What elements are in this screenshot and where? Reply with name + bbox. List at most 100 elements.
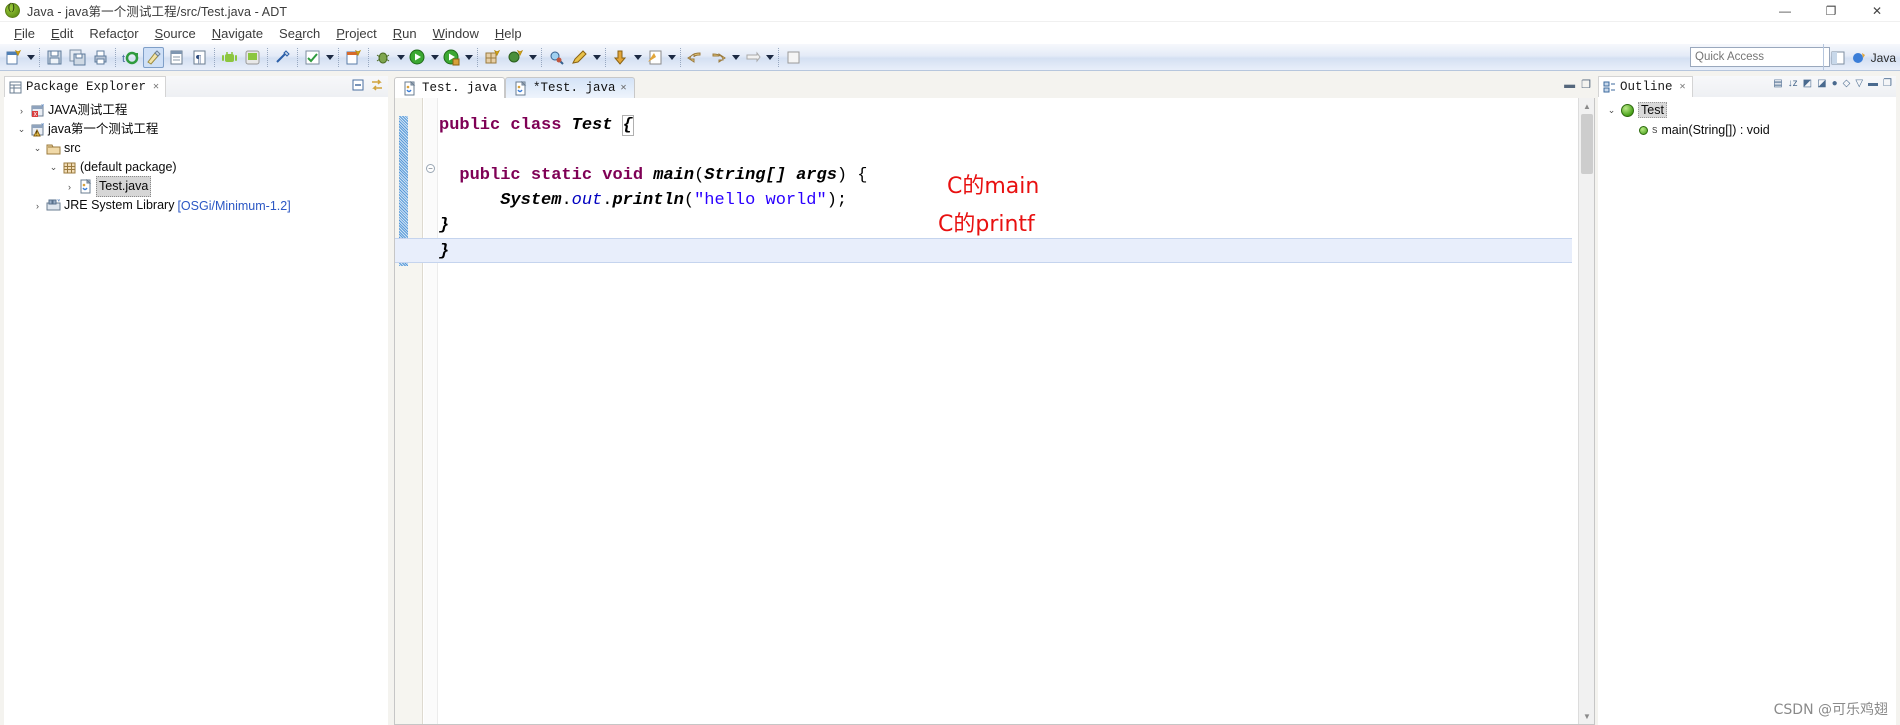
build-dropdown[interactable] xyxy=(324,47,335,68)
new-class-dropdown[interactable] xyxy=(527,47,538,68)
editor-tab[interactable]: Test. java xyxy=(394,77,506,98)
forward-dropdown[interactable] xyxy=(730,47,741,68)
close-icon[interactable]: ✕ xyxy=(153,81,159,93)
editor-body[interactable]: − public class Test { public static void… xyxy=(394,98,1595,725)
scroll-down-icon[interactable]: ▼ xyxy=(1579,708,1594,724)
previous-annotation-dropdown[interactable] xyxy=(666,47,677,68)
chevron-right-icon[interactable]: › xyxy=(32,200,43,211)
hide-nonpublic-icon[interactable]: ● xyxy=(1832,78,1838,89)
run-icon[interactable] xyxy=(407,47,428,68)
close-icon[interactable]: ✕ xyxy=(1680,81,1686,93)
pilcrow-icon[interactable]: ¶ xyxy=(189,47,210,68)
back-icon[interactable] xyxy=(685,47,706,68)
outline-item[interactable]: ⌄ Test xyxy=(1598,100,1896,120)
scrollbar-thumb[interactable] xyxy=(1581,114,1593,174)
chevron-down-icon[interactable]: ⌄ xyxy=(1606,105,1617,116)
chevron-right-icon[interactable]: › xyxy=(64,181,75,192)
tree-item[interactable]: › Test.java xyxy=(4,176,388,197)
build-check-icon[interactable] xyxy=(302,47,323,68)
chevron-down-icon[interactable]: ⌄ xyxy=(32,143,43,154)
hide-local-types-icon[interactable]: ◇ xyxy=(1843,78,1851,89)
link-with-editor-icon[interactable] xyxy=(370,78,384,97)
menu-run[interactable]: Run xyxy=(385,24,425,43)
perspective-label[interactable]: Java xyxy=(1871,51,1900,65)
history-dropdown[interactable] xyxy=(764,47,775,68)
open-type-icon[interactable] xyxy=(166,47,187,68)
editor-vertical-scrollbar[interactable]: ▲ ▼ xyxy=(1578,98,1594,724)
collapse-all-icon[interactable]: ▤ xyxy=(1773,78,1782,89)
folding-column[interactable]: − xyxy=(424,98,438,724)
external-tools-icon[interactable] xyxy=(441,47,462,68)
outline-item[interactable]: Smain(String[]) : void xyxy=(1598,120,1896,140)
menu-file[interactable]: File xyxy=(6,24,43,43)
tree-item[interactable]: ⌄ src xyxy=(4,139,388,158)
new-wizard-dropdown[interactable] xyxy=(25,47,36,68)
hide-fields-icon[interactable]: ◩ xyxy=(1803,78,1812,89)
chevron-down-icon[interactable]: ⌄ xyxy=(16,124,27,135)
tree-item[interactable]: ⌄ (default package) xyxy=(4,158,388,177)
run-dropdown[interactable] xyxy=(429,47,440,68)
menu-search[interactable]: Search xyxy=(271,24,328,43)
save-icon[interactable] xyxy=(44,47,65,68)
hide-static-icon[interactable]: ◪ xyxy=(1817,78,1826,89)
maximize-button[interactable]: ❐ xyxy=(1808,0,1854,22)
tab-outline[interactable]: Outline ✕ xyxy=(1598,76,1693,97)
code-line[interactable] xyxy=(439,138,1572,163)
tree-item[interactable]: ⌄! java第一个测试工程 xyxy=(4,120,388,139)
debug-icon[interactable] xyxy=(373,47,394,68)
debug-dropdown[interactable] xyxy=(395,47,406,68)
minimize-editor-icon[interactable]: ▬ xyxy=(1564,79,1575,91)
previous-annotation-icon[interactable] xyxy=(644,47,665,68)
save-all-icon[interactable] xyxy=(67,47,88,68)
outline-tree[interactable]: ⌄ Test Smain(String[]) : void xyxy=(1598,97,1896,140)
close-button[interactable]: ✕ xyxy=(1854,0,1900,22)
forward-history-icon[interactable] xyxy=(742,47,763,68)
view-menu-icon[interactable]: ▽ xyxy=(1855,78,1863,89)
new-package-icon[interactable] xyxy=(482,47,503,68)
avd-manager-icon[interactable] xyxy=(242,47,263,68)
next-annotation-dropdown[interactable] xyxy=(632,47,643,68)
chevron-right-icon[interactable]: › xyxy=(16,105,27,116)
refresh-icon[interactable]: t xyxy=(120,47,141,68)
open-perspective-icon[interactable] xyxy=(1827,47,1849,69)
toggle-mark-occurrences-icon[interactable] xyxy=(143,46,164,68)
menu-edit[interactable]: Edit xyxy=(43,24,81,43)
tree-item[interactable]: › x JAVA测试工程 xyxy=(4,101,388,120)
menu-help[interactable]: Help xyxy=(487,24,530,43)
sort-icon[interactable]: ↓z xyxy=(1788,78,1798,89)
code-line[interactable]: } xyxy=(395,238,1572,263)
next-annotation-icon[interactable] xyxy=(610,47,631,68)
minimize-view-icon[interactable]: ▬ xyxy=(1868,78,1878,89)
menu-refactor[interactable]: Refactor xyxy=(81,24,146,43)
maximize-editor-icon[interactable]: ❐ xyxy=(1581,78,1591,91)
java-perspective-icon[interactable] xyxy=(1849,47,1871,69)
external-tools-dropdown[interactable] xyxy=(463,47,474,68)
print-icon[interactable] xyxy=(90,47,111,68)
maximize-view-icon[interactable]: ❐ xyxy=(1883,78,1892,89)
annotate-dropdown[interactable] xyxy=(591,47,602,68)
tab-package-explorer[interactable]: Package Explorer ✕ xyxy=(4,76,167,97)
menu-navigate[interactable]: Navigate xyxy=(204,24,271,43)
code-line[interactable]: public class Test { xyxy=(439,113,1572,138)
close-icon[interactable]: ✕ xyxy=(621,82,627,94)
new-java-project-icon[interactable] xyxy=(343,47,364,68)
minimize-button[interactable]: — xyxy=(1762,0,1808,22)
quick-access-input[interactable] xyxy=(1690,47,1830,67)
annotate-pencil-icon[interactable] xyxy=(569,47,590,68)
scroll-up-icon[interactable]: ▲ xyxy=(1579,98,1594,114)
forward-icon[interactable] xyxy=(708,47,729,68)
android-sdk-manager-icon[interactable] xyxy=(219,47,240,68)
editor-tab[interactable]: *Test. java ✕ xyxy=(505,77,635,98)
search-icon[interactable] xyxy=(546,47,567,68)
menu-window[interactable]: Window xyxy=(425,24,487,43)
lint-warnings-icon[interactable] xyxy=(272,47,293,68)
minimize-toolbar-icon[interactable] xyxy=(783,47,804,68)
tree-item[interactable]: › JRE System Library [OSGi/Minimum-1.2] xyxy=(4,196,388,215)
menu-source[interactable]: Source xyxy=(147,24,204,43)
new-class-icon[interactable] xyxy=(505,47,526,68)
fold-marker[interactable]: − xyxy=(426,164,435,173)
chevron-down-icon[interactable]: ⌄ xyxy=(48,162,59,173)
new-wizard-icon[interactable] xyxy=(3,47,24,68)
collapse-all-icon[interactable] xyxy=(351,78,365,97)
menu-project[interactable]: Project xyxy=(328,24,384,43)
